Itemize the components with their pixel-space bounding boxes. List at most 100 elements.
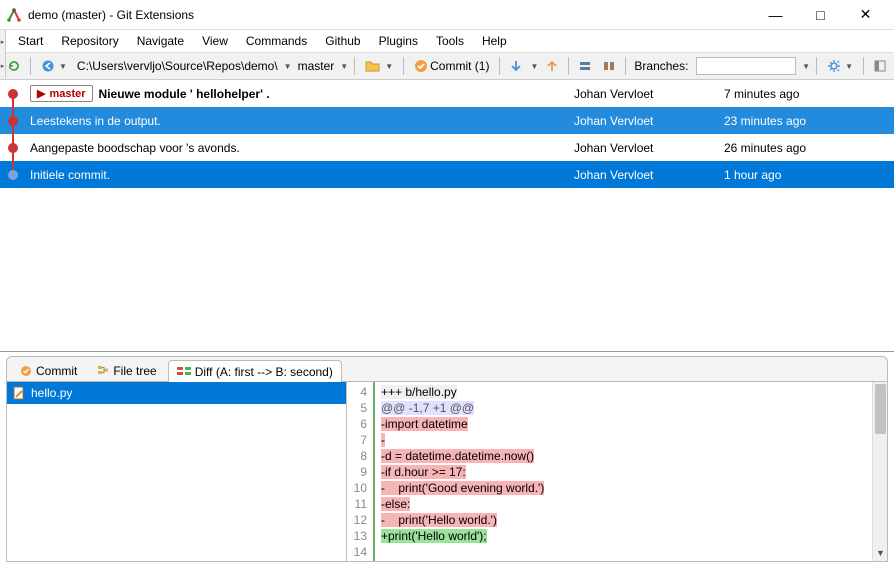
commit-author: Johan Vervloet [574, 141, 724, 155]
repo-path[interactable]: C:\Users\vervljo\Source\Repos\demo\ [75, 59, 280, 73]
refresh-icon[interactable] [4, 56, 24, 76]
graph-column [0, 161, 30, 188]
line-number: 13 [349, 528, 367, 544]
commit-message-text: Leestekens in de output. [30, 114, 161, 128]
menubar: Start Repository Navigate View Commands … [0, 30, 894, 52]
diff-line: -import datetime [381, 416, 544, 432]
toolbar-separator [625, 57, 626, 75]
toggle-panel-icon[interactable] [870, 56, 890, 76]
bottom-tabstrip: Commit File tree Diff (A: first --> B: s… [6, 356, 888, 382]
stash-pop-icon[interactable] [599, 56, 619, 76]
commit-message: Initiele commit. [30, 168, 574, 182]
commit-message-text: Nieuwe module ' hellohelper' . [99, 87, 270, 101]
menu-view[interactable]: View [202, 34, 228, 48]
diff-line: -d = datetime.datetime.now() [381, 448, 544, 464]
commit-button[interactable]: Commit (1) [410, 55, 493, 77]
graph-column [0, 134, 30, 161]
line-number: 6 [349, 416, 367, 432]
path-chevron-down-icon[interactable]: ▼ [284, 62, 292, 71]
chevron-down-icon: ▼ [59, 62, 67, 71]
commit-message: Aangepaste boodschap voor 's avonds. [30, 141, 574, 155]
scrollbar-thumb[interactable] [875, 384, 886, 434]
commit-label: Commit (1) [430, 59, 489, 73]
commit-row[interactable]: Initiele commit.Johan Vervloet1 hour ago [0, 161, 894, 188]
commit-author: Johan Vervloet [574, 87, 724, 101]
toolbar-separator [403, 57, 404, 75]
diff-text[interactable]: +++ b/hello.py@@ -1,7 +1 @@-import datet… [375, 382, 556, 561]
commit-message-text: Initiele commit. [30, 168, 110, 182]
branch-name[interactable]: master [296, 59, 337, 73]
branches-filter-input[interactable] [696, 57, 796, 75]
commit-time: 23 minutes ago [724, 114, 894, 128]
tab-filetree[interactable]: File tree [88, 359, 165, 381]
commit-row[interactable]: ▶master Nieuwe module ' hellohelper' . Joh… [0, 80, 894, 107]
filetree-tab-icon [97, 365, 109, 377]
menu-tools[interactable]: Tools [436, 34, 464, 48]
tab-commit[interactable]: Commit [11, 359, 86, 381]
window-minimize-button[interactable]: — [753, 1, 798, 29]
commit-check-icon [414, 59, 428, 73]
chevron-down-icon: ▼ [385, 62, 393, 71]
file-edit-icon [13, 386, 25, 400]
branch-tag[interactable]: ▶master [30, 85, 93, 102]
commit-message: ▶master Nieuwe module ' hellohelper' . [30, 85, 574, 102]
menu-github[interactable]: Github [325, 34, 360, 48]
diff-line: - [381, 432, 544, 448]
back-dropdown[interactable]: ▼ [37, 55, 71, 77]
line-number: 9 [349, 464, 367, 480]
branch-chevron-down-icon[interactable]: ▼ [340, 62, 348, 71]
diff-pane[interactable]: 4567891011121314 +++ b/hello.py@@ -1,7 +… [347, 382, 887, 561]
tab-commit-label: Commit [36, 364, 77, 378]
diff-line: -else: [381, 496, 544, 512]
diff-line: - print('Hello world.') [381, 512, 544, 528]
folder-open-icon [365, 59, 381, 73]
window-maximize-button[interactable]: □ [798, 1, 843, 29]
scroll-down-icon[interactable]: ▼ [873, 545, 887, 561]
file-item[interactable]: hello.py [7, 382, 346, 404]
settings-dropdown[interactable]: ▼ [823, 55, 857, 77]
menu-repository[interactable]: Repository [61, 34, 118, 48]
window-close-button[interactable]: ✕ [843, 1, 888, 29]
commit-row[interactable]: Aangepaste boodschap voor 's avonds. Joha… [0, 134, 894, 161]
diff-scrollbar[interactable]: ▲ ▼ [872, 382, 887, 561]
menu-start[interactable]: Start [18, 34, 43, 48]
line-number: 7 [349, 432, 367, 448]
menu-commands[interactable]: Commands [246, 34, 307, 48]
pull-chevron-down-icon[interactable]: ▼ [530, 62, 538, 71]
line-number: 10 [349, 480, 367, 496]
file-list[interactable]: hello.py [7, 382, 347, 561]
branches-chevron-down-icon[interactable]: ▼ [802, 62, 810, 71]
stash-icon[interactable] [575, 56, 595, 76]
branch-arrow-icon: ▶ [37, 87, 45, 100]
push-up-icon[interactable] [542, 56, 562, 76]
commit-message-text: Aangepaste boodschap voor 's avonds. [30, 141, 240, 155]
commit-time: 1 hour ago [724, 168, 894, 182]
line-number: 8 [349, 448, 367, 464]
menu-plugins[interactable]: Plugins [379, 34, 418, 48]
commit-node-icon [8, 89, 18, 99]
open-folder-dropdown[interactable]: ▼ [361, 55, 397, 77]
toolbar-separator [816, 57, 817, 75]
commit-row[interactable]: Leestekens in de output. Johan Vervloet23… [0, 107, 894, 134]
menu-help[interactable]: Help [482, 34, 507, 48]
commit-tab-icon [20, 365, 32, 377]
commit-time: 26 minutes ago [724, 141, 894, 155]
tab-diff[interactable]: Diff (A: first --> B: second) [168, 360, 342, 382]
line-number: 4 [349, 384, 367, 400]
pull-down-icon[interactable] [506, 56, 526, 76]
left-ribbon[interactable]: ▸▸ [0, 30, 6, 78]
diff-tab-icon [177, 366, 191, 378]
line-number: 12 [349, 512, 367, 528]
branches-label: Branches: [632, 59, 690, 73]
file-name: hello.py [31, 386, 72, 400]
commit-list[interactable]: ▶master Nieuwe module ' hellohelper' . Joh… [0, 80, 894, 352]
commit-author: Johan Vervloet [574, 114, 724, 128]
diff-gutter: 4567891011121314 [347, 382, 375, 561]
titlebar: demo (master) - Git Extensions — □ ✕ [0, 0, 894, 30]
diff-line: -if d.hour >= 17: [381, 464, 544, 480]
commit-time: 7 minutes ago [724, 87, 894, 101]
toolbar-separator [568, 57, 569, 75]
commit-node-icon [8, 170, 18, 180]
menu-navigate[interactable]: Navigate [137, 34, 184, 48]
graph-column [0, 107, 30, 134]
